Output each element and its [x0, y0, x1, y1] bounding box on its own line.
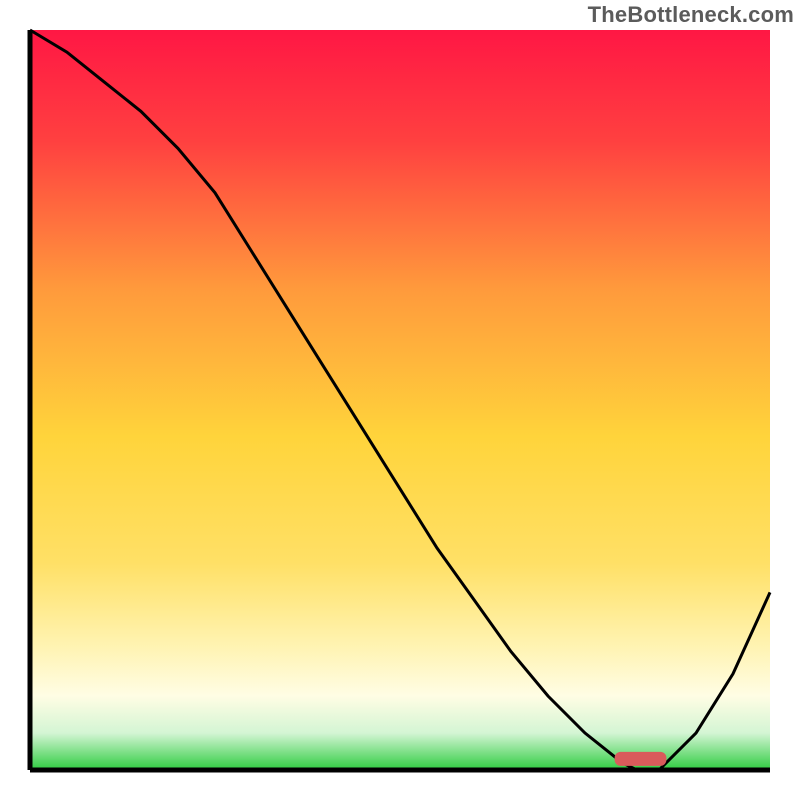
watermark-label: TheBottleneck.com: [588, 2, 794, 28]
optimal-range-marker: [615, 752, 667, 766]
plot-background: [30, 30, 770, 770]
bottleneck-line-chart: [0, 0, 800, 800]
chart-container: TheBottleneck.com: [0, 0, 800, 800]
